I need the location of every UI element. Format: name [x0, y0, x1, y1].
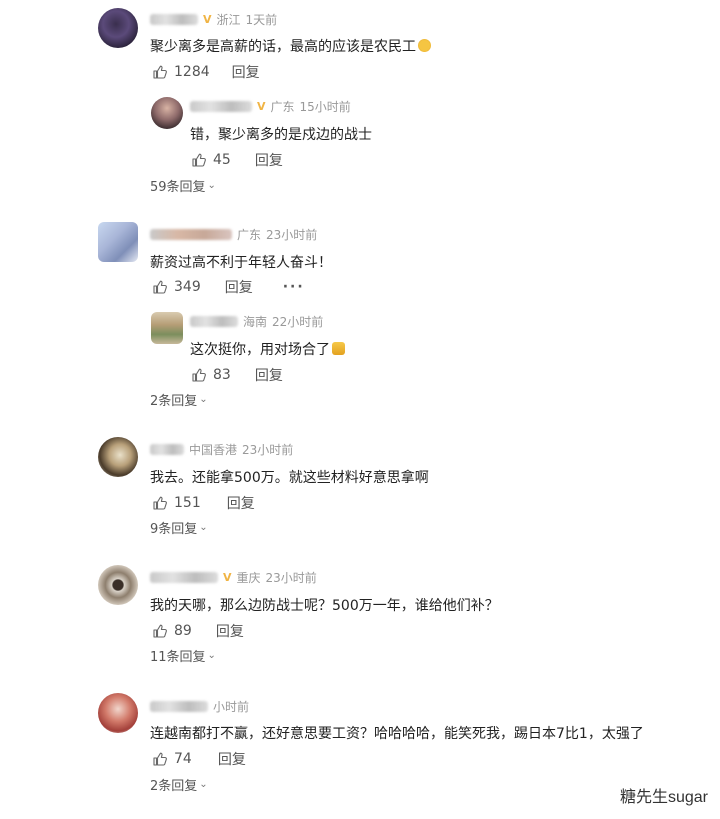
reply-avatar[interactable]	[151, 312, 183, 344]
more-options-icon[interactable]: ···	[283, 279, 305, 295]
vip-badge-icon: V	[223, 571, 232, 584]
like-button[interactable]: 151	[152, 495, 201, 511]
comment-meta: V 浙江 1天前	[150, 11, 277, 28]
chevron-down-icon: ⌄	[199, 779, 208, 790]
like-count: 89	[174, 623, 192, 639]
reply-count: 2条回复	[150, 779, 198, 794]
like-count: 151	[174, 495, 201, 511]
reply-text: 这次挺你，用对场合了	[190, 339, 345, 359]
location: 浙江	[216, 13, 241, 27]
emoji-icon	[418, 39, 431, 52]
comment-actions: 349 回复 ···	[152, 277, 305, 297]
thumb-up-icon	[191, 152, 207, 168]
thumb-up-icon	[152, 495, 168, 511]
chevron-down-icon: ⌄	[199, 522, 208, 533]
comment-meta: 小时前	[150, 698, 249, 715]
timestamp: 23小时前	[265, 571, 317, 585]
comment-meta: 广东 23小时前	[150, 226, 317, 243]
comment-text: 连越南都打不赢，还好意思要工资？哈哈哈哈，能笑死我，踢日本7比1，太强了	[150, 726, 644, 742]
timestamp: 15小时前	[299, 100, 351, 114]
reply-count: 11条回复	[150, 650, 206, 665]
view-replies-link[interactable]: 2条回复 ⌄	[150, 775, 208, 794]
reply-button[interactable]: 回复	[218, 749, 246, 769]
avatar[interactable]	[98, 693, 138, 733]
reply-button[interactable]: 回复	[255, 365, 283, 385]
chevron-down-icon: ⌄	[199, 394, 208, 405]
comment-actions: 151 回复	[152, 493, 255, 513]
comment-text: 薪资过高不利于年轻人奋斗！	[150, 255, 332, 271]
location: 广东	[270, 100, 295, 114]
view-replies-link[interactable]: 9条回复 ⌄	[150, 518, 208, 537]
like-button[interactable]: 349	[152, 279, 201, 295]
comment-actions: 1284 回复	[152, 62, 260, 82]
reply-meta: V 广东 15小时前	[190, 98, 351, 115]
username-blurred[interactable]	[190, 101, 252, 112]
reply-count: 59条回复	[150, 180, 206, 195]
reply-button[interactable]: 回复	[216, 621, 244, 641]
like-count: 83	[213, 367, 231, 383]
chevron-down-icon: ⌄	[207, 650, 216, 661]
thumb-up-icon	[152, 751, 168, 767]
location: 广东	[237, 228, 262, 242]
view-replies-link[interactable]: 11条回复 ⌄	[150, 646, 216, 665]
like-count: 45	[213, 152, 231, 168]
reply-button[interactable]: 回复	[255, 150, 283, 170]
chevron-down-icon: ⌄	[207, 180, 216, 191]
vip-badge-icon: V	[203, 13, 212, 26]
view-replies-link[interactable]: 59条回复 ⌄	[150, 176, 216, 195]
username-blurred[interactable]	[190, 316, 238, 327]
comment-actions: 89 回复	[152, 621, 244, 641]
reply-button[interactable]: 回复	[225, 277, 253, 297]
like-button[interactable]: 89	[152, 623, 192, 639]
timestamp: 23小时前	[242, 443, 294, 457]
comment-text: 聚少离多是高薪的话，最高的应该是农民工	[150, 36, 431, 56]
watermark: 糖先生sugar	[619, 789, 708, 806]
avatar[interactable]	[98, 565, 138, 605]
timestamp: 小时前	[213, 700, 250, 714]
reply-button[interactable]: 回复	[232, 62, 260, 82]
location: 中国香港	[189, 443, 238, 457]
thumb-up-icon	[152, 279, 168, 295]
thumbs-up-emoji-icon	[332, 342, 345, 355]
reply-count: 9条回复	[150, 522, 198, 537]
reply-text: 错，聚少离多的是戍边的战士	[190, 127, 372, 143]
username-blurred[interactable]	[150, 572, 218, 583]
timestamp: 22小时前	[272, 315, 324, 329]
like-count: 1284	[174, 64, 210, 80]
reply-button[interactable]: 回复	[227, 493, 255, 513]
avatar[interactable]	[98, 222, 138, 262]
username-blurred[interactable]	[150, 444, 184, 455]
username-blurred[interactable]	[150, 14, 198, 25]
view-replies-link[interactable]: 2条回复 ⌄	[150, 390, 208, 409]
username-blurred[interactable]	[150, 229, 232, 240]
reply-avatar[interactable]	[151, 97, 183, 129]
reply-count: 2条回复	[150, 394, 198, 409]
timestamp: 23小时前	[266, 228, 318, 242]
thumb-up-icon	[152, 64, 168, 80]
reply-meta: 海南 22小时前	[190, 313, 323, 330]
thumb-up-icon	[191, 367, 207, 383]
comment-text: 我去。还能拿500万。就这些材料好意思拿啊	[150, 470, 429, 486]
like-count: 349	[174, 279, 201, 295]
like-button[interactable]: 45	[191, 152, 231, 168]
avatar[interactable]	[98, 8, 138, 48]
like-button[interactable]: 1284	[152, 64, 210, 80]
like-count: 74	[174, 751, 192, 767]
reply-actions: 83 回复	[191, 365, 283, 385]
timestamp: 1天前	[245, 13, 278, 27]
avatar[interactable]	[98, 437, 138, 477]
comment-actions: 74 回复	[152, 749, 246, 769]
vip-badge-icon: V	[257, 100, 266, 113]
location: 海南	[243, 315, 268, 329]
comment-meta: 中国香港 23小时前	[150, 441, 293, 458]
thumb-up-icon	[152, 623, 168, 639]
like-button[interactable]: 74	[152, 751, 192, 767]
reply-actions: 45 回复	[191, 150, 283, 170]
comment-text: 我的天哪，那么边防战士呢？500万一年，谁给他们补？	[150, 598, 499, 614]
like-button[interactable]: 83	[191, 367, 231, 383]
username-blurred[interactable]	[150, 701, 208, 712]
location: 重庆	[236, 571, 261, 585]
comment-meta: V 重庆 23小时前	[150, 569, 317, 586]
